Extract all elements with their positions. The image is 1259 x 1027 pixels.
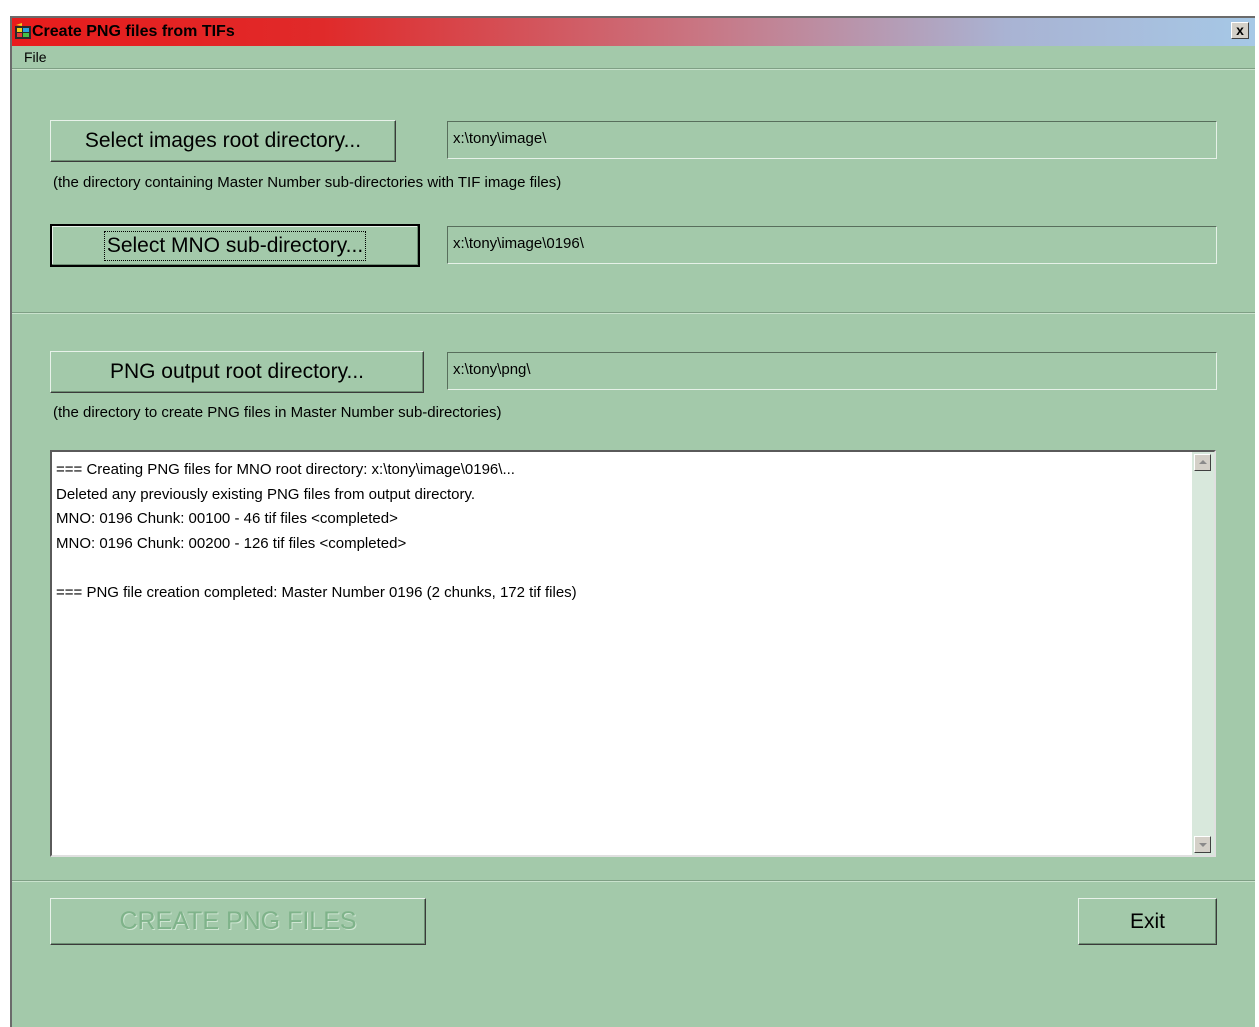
log-line: === PNG file creation completed: Master … (56, 583, 577, 601)
select-images-root-button[interactable]: Select images root directory... (50, 120, 396, 162)
log-line: MNO: 0196 Chunk: 00100 - 46 tif files <c… (56, 510, 398, 527)
select-images-root-label: Select images root directory... (84, 129, 362, 152)
images-root-hint: (the directory containing Master Number … (53, 174, 562, 191)
exit-label: Exit (1129, 909, 1165, 933)
close-button[interactable]: x (1231, 22, 1249, 39)
title-bar[interactable]: Create PNG files from TIFs x (12, 18, 1255, 46)
log-line: === Creating PNG files for MNO root dire… (56, 461, 515, 478)
arrow-down-icon (1199, 843, 1207, 847)
menu-divider (12, 68, 1255, 70)
mno-subdirectory-field[interactable]: x:\tony\image\0196\ (447, 226, 1217, 264)
create-png-files-button[interactable]: CREATE PNG FILES (50, 898, 426, 945)
app-window: Create PNG files from TIFs x File Select… (10, 16, 1255, 1027)
select-mno-subdirectory-label: Select MNO sub-directory... (103, 230, 367, 261)
log-line: MNO: 0196 Chunk: 00200 - 126 tif files <… (56, 534, 407, 552)
images-root-field[interactable]: x:\tony\image\ (447, 121, 1217, 159)
log-scrollbar[interactable] (1192, 452, 1214, 855)
arrow-up-icon (1199, 460, 1207, 464)
scroll-up-button[interactable] (1194, 454, 1211, 471)
app-icon (15, 23, 31, 39)
menu-bar: File (12, 46, 1255, 68)
png-output-root-button[interactable]: PNG output root directory... (50, 351, 424, 393)
exit-button[interactable]: Exit (1078, 898, 1217, 945)
scroll-down-button[interactable] (1194, 836, 1211, 853)
png-output-hint: (the directory to create PNG files in Ma… (53, 404, 502, 421)
footer-divider (12, 880, 1255, 882)
select-mno-subdirectory-button[interactable]: Select MNO sub-directory... (50, 224, 420, 267)
png-output-root-label: PNG output root directory... (109, 360, 365, 383)
create-png-files-label: CREATE PNG FILES (119, 907, 357, 935)
log-line: Deleted any previously existing PNG file… (56, 485, 476, 503)
log-lines: === Creating PNG files for MNO root dire… (56, 458, 577, 605)
section-divider (12, 312, 1255, 314)
log-textarea[interactable]: === Creating PNG files for MNO root dire… (50, 450, 1216, 857)
png-output-root-field[interactable]: x:\tony\png\ (447, 352, 1217, 390)
menu-file[interactable]: File (24, 49, 47, 65)
window-title: Create PNG files from TIFs (32, 23, 235, 40)
